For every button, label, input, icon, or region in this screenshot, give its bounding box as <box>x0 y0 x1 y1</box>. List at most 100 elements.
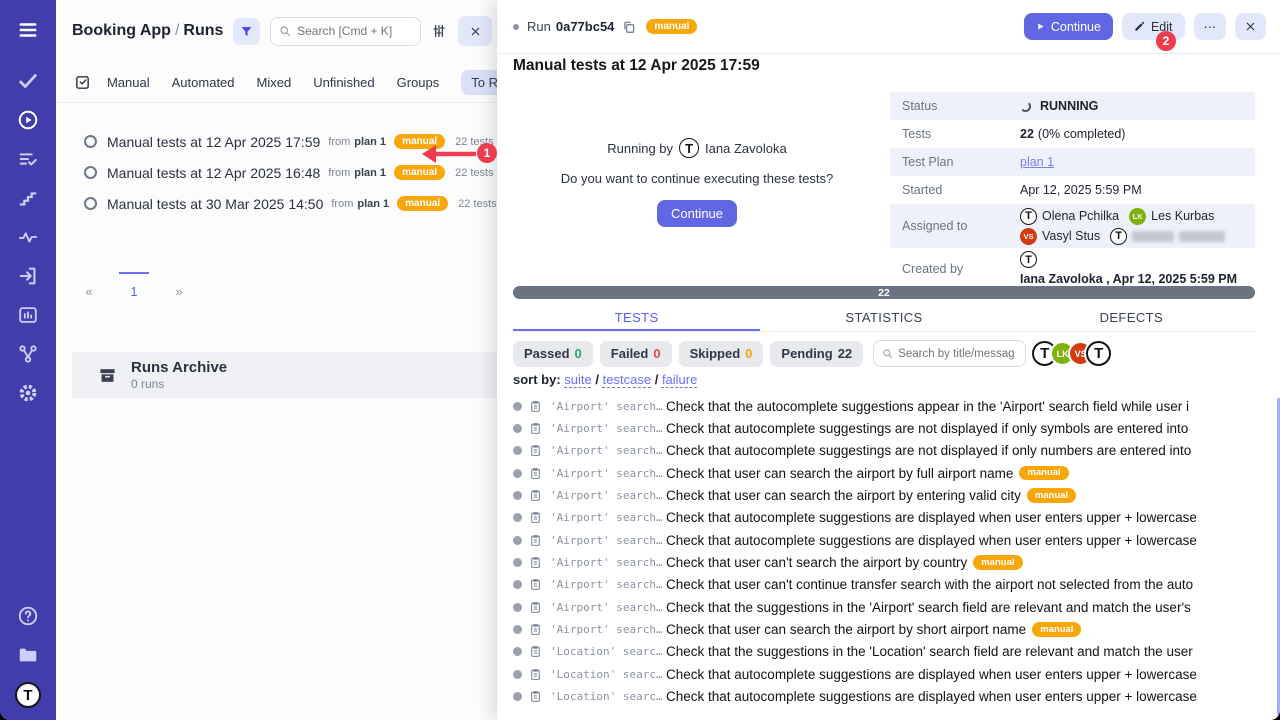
runner-name: Iana Zavoloka <box>705 141 787 156</box>
steps-icon[interactable] <box>9 178 47 217</box>
manual-badge: manual <box>1019 466 1068 481</box>
test-status-dot <box>513 536 522 545</box>
test-title: Check that user can search the airport b… <box>666 466 1013 481</box>
filter-button[interactable] <box>233 18 260 45</box>
tab-defects[interactable]: DEFECTS <box>1008 303 1255 331</box>
avatar: VS <box>1020 228 1037 245</box>
test-title: Check that the suggestions in the 'Airpo… <box>666 600 1191 615</box>
gear-icon[interactable] <box>9 373 47 412</box>
test-suite: 'Airport' search… <box>550 511 666 524</box>
tests-search[interactable] <box>873 340 1026 367</box>
clipboard-icon <box>529 489 542 502</box>
breadcrumb-page: Runs <box>183 22 223 39</box>
funnel-icon <box>240 25 253 38</box>
test-row[interactable]: 'Airport' search… Check that user can se… <box>497 484 1263 506</box>
assignee[interactable]: VS Vasyl Stus <box>1020 228 1100 245</box>
pagination-prev[interactable]: « <box>74 272 104 299</box>
avatar[interactable] <box>1086 341 1111 366</box>
menu-icon[interactable] <box>9 10 47 49</box>
list-check-icon[interactable] <box>9 139 47 178</box>
pagination-page-1[interactable]: 1 <box>119 272 149 299</box>
test-row[interactable]: 'Airport' search… Check that user can se… <box>497 462 1263 484</box>
run-plan: plan 1 <box>354 136 386 148</box>
sort-suite-link[interactable]: suite <box>564 372 591 387</box>
bar-chart-icon[interactable] <box>9 295 47 334</box>
tests-search-input[interactable] <box>898 348 1014 360</box>
tab-statistics[interactable]: STATISTICS <box>760 303 1007 331</box>
runs-tab[interactable]: Automated <box>172 75 235 90</box>
test-title: Check that autocomplete suggestions are … <box>666 667 1197 682</box>
continue-button[interactable]: Continue <box>1024 13 1113 40</box>
breadcrumb-project[interactable]: Booking App <box>72 22 171 39</box>
close-detail-button[interactable] <box>1235 13 1266 40</box>
test-row[interactable]: 'Airport' search… Check that the autocom… <box>497 395 1263 417</box>
assignee[interactable]: Olena Pchilka <box>1020 208 1119 225</box>
tab-tests[interactable]: TESTS <box>513 303 760 331</box>
folder-icon[interactable] <box>9 635 47 674</box>
run-list-item[interactable]: Manual tests at 30 Mar 2025 14:50 from p… <box>56 188 500 219</box>
test-status-dot <box>513 625 522 634</box>
more-button[interactable]: ⋯ <box>1194 13 1227 40</box>
sign-in-icon[interactable] <box>9 256 47 295</box>
runs-tab[interactable]: Groups <box>397 75 440 90</box>
annotation-arrow-1 <box>420 143 478 165</box>
runs-tab[interactable]: Unfinished <box>313 75 374 90</box>
close-panel-button[interactable] <box>458 16 492 46</box>
status-filter-chip[interactable]: Passed0 <box>513 341 593 367</box>
runs-archive[interactable]: Runs Archive 0 runs <box>72 352 504 398</box>
status-filter-chip[interactable]: Pending22 <box>770 341 863 367</box>
test-title: Check that autocomplete suggestions are … <box>666 689 1197 704</box>
user-avatar[interactable]: T <box>15 682 41 708</box>
test-row[interactable]: 'Airport' search… Check that autocomplet… <box>497 507 1263 529</box>
clipboard-icon <box>529 668 542 681</box>
test-row[interactable]: 'Airport' search… Check that autocomplet… <box>497 417 1263 439</box>
clipboard-icon <box>529 578 542 591</box>
test-row[interactable]: 'Airport' search… Check that user can't … <box>497 574 1263 596</box>
runs-search[interactable] <box>270 17 421 46</box>
runs-search-input[interactable] <box>297 24 409 38</box>
test-row[interactable]: 'Location' searc… Check that autocomplet… <box>497 685 1263 707</box>
run-title: Manual tests at 12 Apr 2025 17:59 <box>107 134 320 150</box>
assignee[interactable]: LK Les Kurbas <box>1129 208 1214 225</box>
select-all-icon[interactable] <box>74 74 91 91</box>
redacted-name <box>1132 231 1225 242</box>
branch-icon[interactable] <box>9 334 47 373</box>
plan-link[interactable]: plan 1 <box>1020 155 1054 169</box>
test-suite: 'Location' searc… <box>550 645 666 658</box>
test-row[interactable]: 'Airport' search… Check that user can se… <box>497 618 1263 640</box>
play-circle-icon[interactable] <box>9 100 47 139</box>
pagination: « 1 » <box>74 272 194 299</box>
detail-row-plan: Test Plan plan 1 <box>890 148 1255 176</box>
test-status-dot <box>513 558 522 567</box>
test-suite: 'Airport' search… <box>550 556 666 569</box>
run-title: Manual tests at 12 Apr 2025 16:48 <box>107 165 320 181</box>
continue-prompt-button[interactable]: Continue <box>657 200 737 227</box>
test-row[interactable]: 'Airport' search… Check that autocomplet… <box>497 529 1263 551</box>
runs-tab[interactable]: Mixed <box>257 75 292 90</box>
test-status-dot <box>513 580 522 589</box>
assignee[interactable] <box>1110 228 1225 245</box>
sort-failure-link[interactable]: failure <box>662 372 697 387</box>
run-tests-count: 22 tests <box>455 167 494 179</box>
runs-tab[interactable]: Manual <box>107 75 150 90</box>
status-filter-chip[interactable]: Skipped0 <box>679 341 764 367</box>
clipboard-icon <box>529 556 542 569</box>
progress-bar: 22 <box>513 286 1255 299</box>
check-icon[interactable] <box>9 61 47 100</box>
help-icon[interactable] <box>9 596 47 635</box>
test-row[interactable]: 'Airport' search… Check that user can't … <box>497 551 1263 573</box>
test-row[interactable]: 'Airport' search… Check that autocomplet… <box>497 440 1263 462</box>
activity-icon[interactable] <box>9 217 47 256</box>
test-suite: 'Airport' search… <box>550 534 666 547</box>
test-row[interactable]: 'Location' searc… Check that the suggest… <box>497 641 1263 663</box>
search-icon <box>279 25 291 37</box>
test-title: Check that autocomplete suggestions are … <box>666 510 1197 525</box>
test-row[interactable]: 'Airport' search… Check that the suggest… <box>497 596 1263 618</box>
pagination-next[interactable]: » <box>164 272 194 299</box>
copy-icon[interactable] <box>622 20 636 34</box>
test-row[interactable]: 'Location' searc… Check that autocomplet… <box>497 663 1263 685</box>
clipboard-icon <box>529 645 542 658</box>
sliders-icon[interactable] <box>427 18 451 45</box>
sort-testcase-link[interactable]: testcase <box>603 372 651 387</box>
status-filter-chip[interactable]: Failed0 <box>600 341 672 367</box>
